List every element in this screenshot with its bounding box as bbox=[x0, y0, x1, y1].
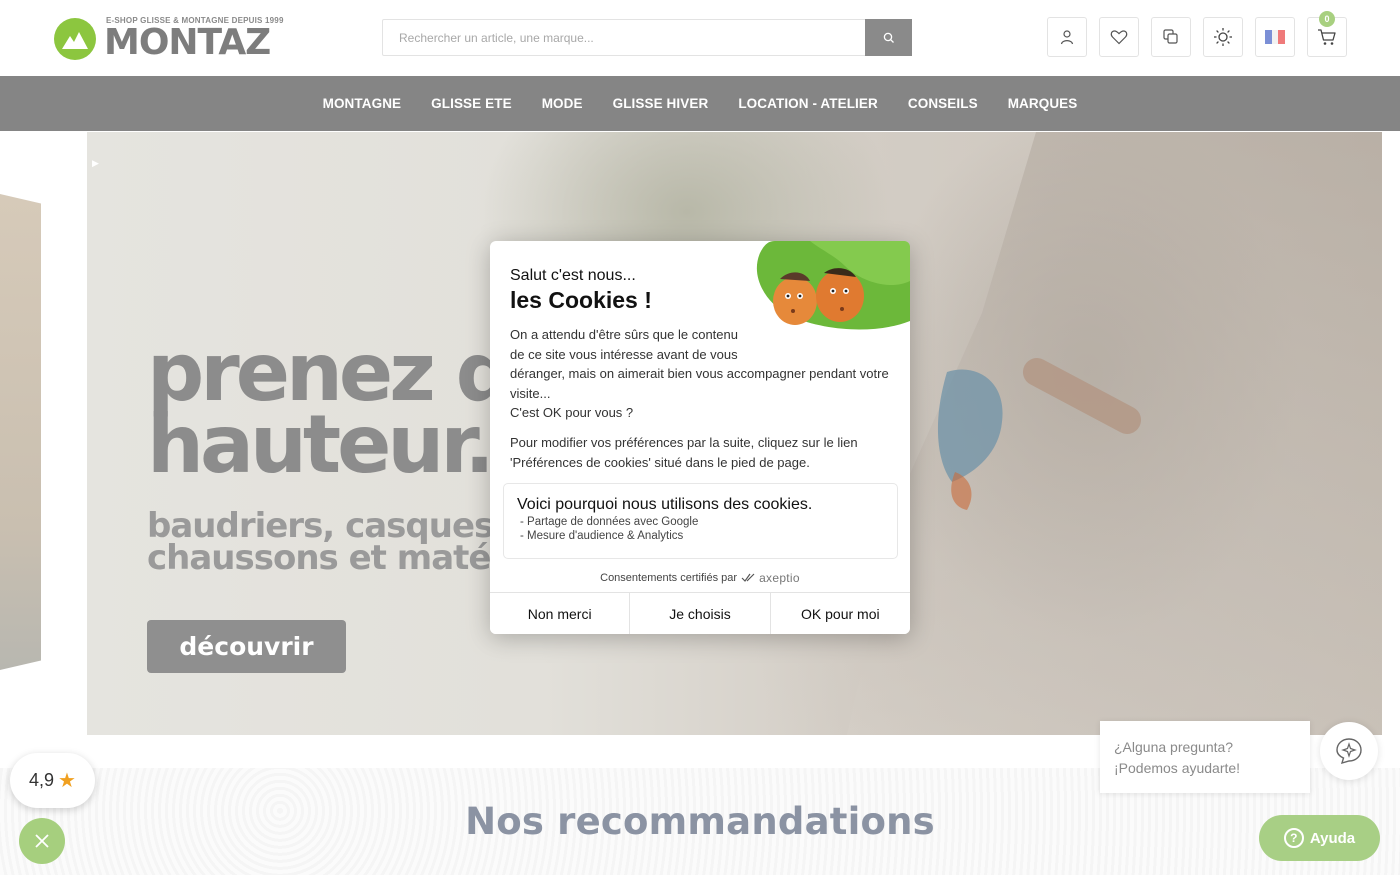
close-icon bbox=[35, 834, 49, 848]
refuse-cookies-button[interactable]: Non merci bbox=[490, 593, 631, 634]
chat-prompt-bubble[interactable]: ¿Alguna pregunta? ¡Podemos ayudarte! bbox=[1100, 721, 1310, 793]
heart-icon bbox=[1110, 30, 1128, 45]
axeptio-logo-icon bbox=[741, 573, 755, 582]
search-bar bbox=[382, 19, 912, 56]
french-flag-icon bbox=[1265, 30, 1285, 44]
cookie-purposes-box[interactable]: Voici pourquoi nous utilisons des cookie… bbox=[503, 483, 898, 559]
theme-sun-icon bbox=[1214, 28, 1232, 46]
climber-image bbox=[937, 369, 1003, 510]
cookie-mascots-illustration bbox=[756, 241, 910, 330]
search-button[interactable] bbox=[865, 19, 912, 56]
user-icon bbox=[1060, 30, 1074, 45]
cookie-consent-modal: Salut c'est nous... les Cookies ! On a a… bbox=[490, 241, 910, 634]
question-icon: ? bbox=[1283, 828, 1304, 848]
carousel-previous-slide[interactable] bbox=[0, 194, 41, 670]
cookie-purposes-title: Voici pourquoi nous utilisons des cookie… bbox=[517, 496, 813, 513]
discover-button[interactable]: découvrir bbox=[147, 620, 346, 673]
star-icon: ★ bbox=[58, 770, 76, 792]
theme-toggle-button[interactable] bbox=[1203, 17, 1243, 57]
chat-prompt-line: ¡Podemos ayudarte! bbox=[1114, 760, 1241, 776]
cookie-action-buttons: Non merci Je choisis OK pour moi bbox=[490, 592, 910, 634]
language-button[interactable] bbox=[1255, 17, 1295, 57]
cookie-preferences-text: Pour modifier vos préférences par la sui… bbox=[510, 435, 858, 470]
main-navigation: MONTAGNE GLISSE ETE MODE GLISSE HIVER LO… bbox=[0, 76, 1400, 131]
cookie-body-text: C'est OK pour vous ? bbox=[510, 405, 634, 420]
search-icon bbox=[883, 32, 894, 43]
ai-chat-button[interactable] bbox=[1320, 722, 1378, 780]
nav-item-montagne[interactable]: MONTAGNE bbox=[323, 96, 402, 111]
help-button[interactable]: ? Ayuda bbox=[1259, 815, 1380, 861]
cookie-body-text: On a attendu d'être sûrs que le contenu … bbox=[510, 327, 738, 362]
nav-item-marques[interactable]: MARQUES bbox=[1008, 96, 1078, 111]
certified-brand: axeptio bbox=[759, 571, 800, 585]
cookie-body: On a attendu d'être sûrs que le contenu … bbox=[510, 325, 895, 423]
cookie-title: les Cookies ! bbox=[510, 287, 652, 313]
search-input[interactable] bbox=[383, 20, 866, 55]
cart-count-badge: 0 bbox=[1319, 11, 1335, 27]
compare-button[interactable] bbox=[1151, 17, 1191, 57]
header-actions: 0 bbox=[1047, 11, 1347, 57]
help-button-label: Ayuda bbox=[1309, 829, 1356, 847]
compare-icon bbox=[1163, 29, 1178, 44]
nav-item-location-atelier[interactable]: LOCATION - ATELIER bbox=[738, 96, 878, 111]
rating-value: 4,9 bbox=[29, 770, 55, 790]
cookie-greeting: Salut c'est nous... bbox=[510, 267, 636, 284]
nav-item-glisse-hiver[interactable]: GLISSE HIVER bbox=[613, 96, 709, 111]
cookie-body-text: déranger, mais on aimerait bien vous acc… bbox=[510, 366, 889, 401]
sparkle-chat-icon bbox=[1336, 738, 1362, 765]
cart-button[interactable]: 0 bbox=[1307, 11, 1347, 57]
wishlist-button[interactable] bbox=[1099, 17, 1139, 57]
site-header: E-SHOP GLISSE & MONTAGNE DEPUIS 1999 MON… bbox=[0, 0, 1400, 76]
certified-text: Consentements certifiés par bbox=[600, 572, 738, 584]
nav-item-mode[interactable]: MODE bbox=[542, 96, 583, 111]
mountain-logo-icon bbox=[54, 18, 96, 60]
slideshow-play-icon[interactable]: ▶ bbox=[92, 158, 99, 169]
nav-item-conseils[interactable]: CONSEILS bbox=[908, 96, 978, 111]
axeptio-certification[interactable]: Consentements certifiés par axeptio bbox=[490, 571, 910, 585]
customize-cookies-button[interactable]: Je choisis bbox=[630, 593, 771, 634]
montaz-logo[interactable]: E-SHOP GLISSE & MONTAGNE DEPUIS 1999 MON… bbox=[54, 14, 283, 63]
nav-item-glisse-ete[interactable]: GLISSE ETE bbox=[431, 96, 512, 111]
cookie-purpose-item: - Partage de données avec Google bbox=[520, 516, 699, 528]
section-title: Nos recommandations bbox=[465, 800, 935, 843]
close-widget-button[interactable] bbox=[19, 818, 65, 864]
logo-wordmark: MONTAZ bbox=[104, 22, 271, 63]
cookie-purpose-item: - Mesure d'audience & Analytics bbox=[520, 530, 684, 542]
cart-icon bbox=[1318, 29, 1336, 45]
accept-cookies-button[interactable]: OK pour moi bbox=[770, 593, 910, 634]
chat-prompt-line: ¿Alguna pregunta? bbox=[1114, 739, 1234, 755]
rating-badge[interactable]: 4,9 ★ bbox=[10, 753, 95, 808]
account-button[interactable] bbox=[1047, 17, 1087, 57]
